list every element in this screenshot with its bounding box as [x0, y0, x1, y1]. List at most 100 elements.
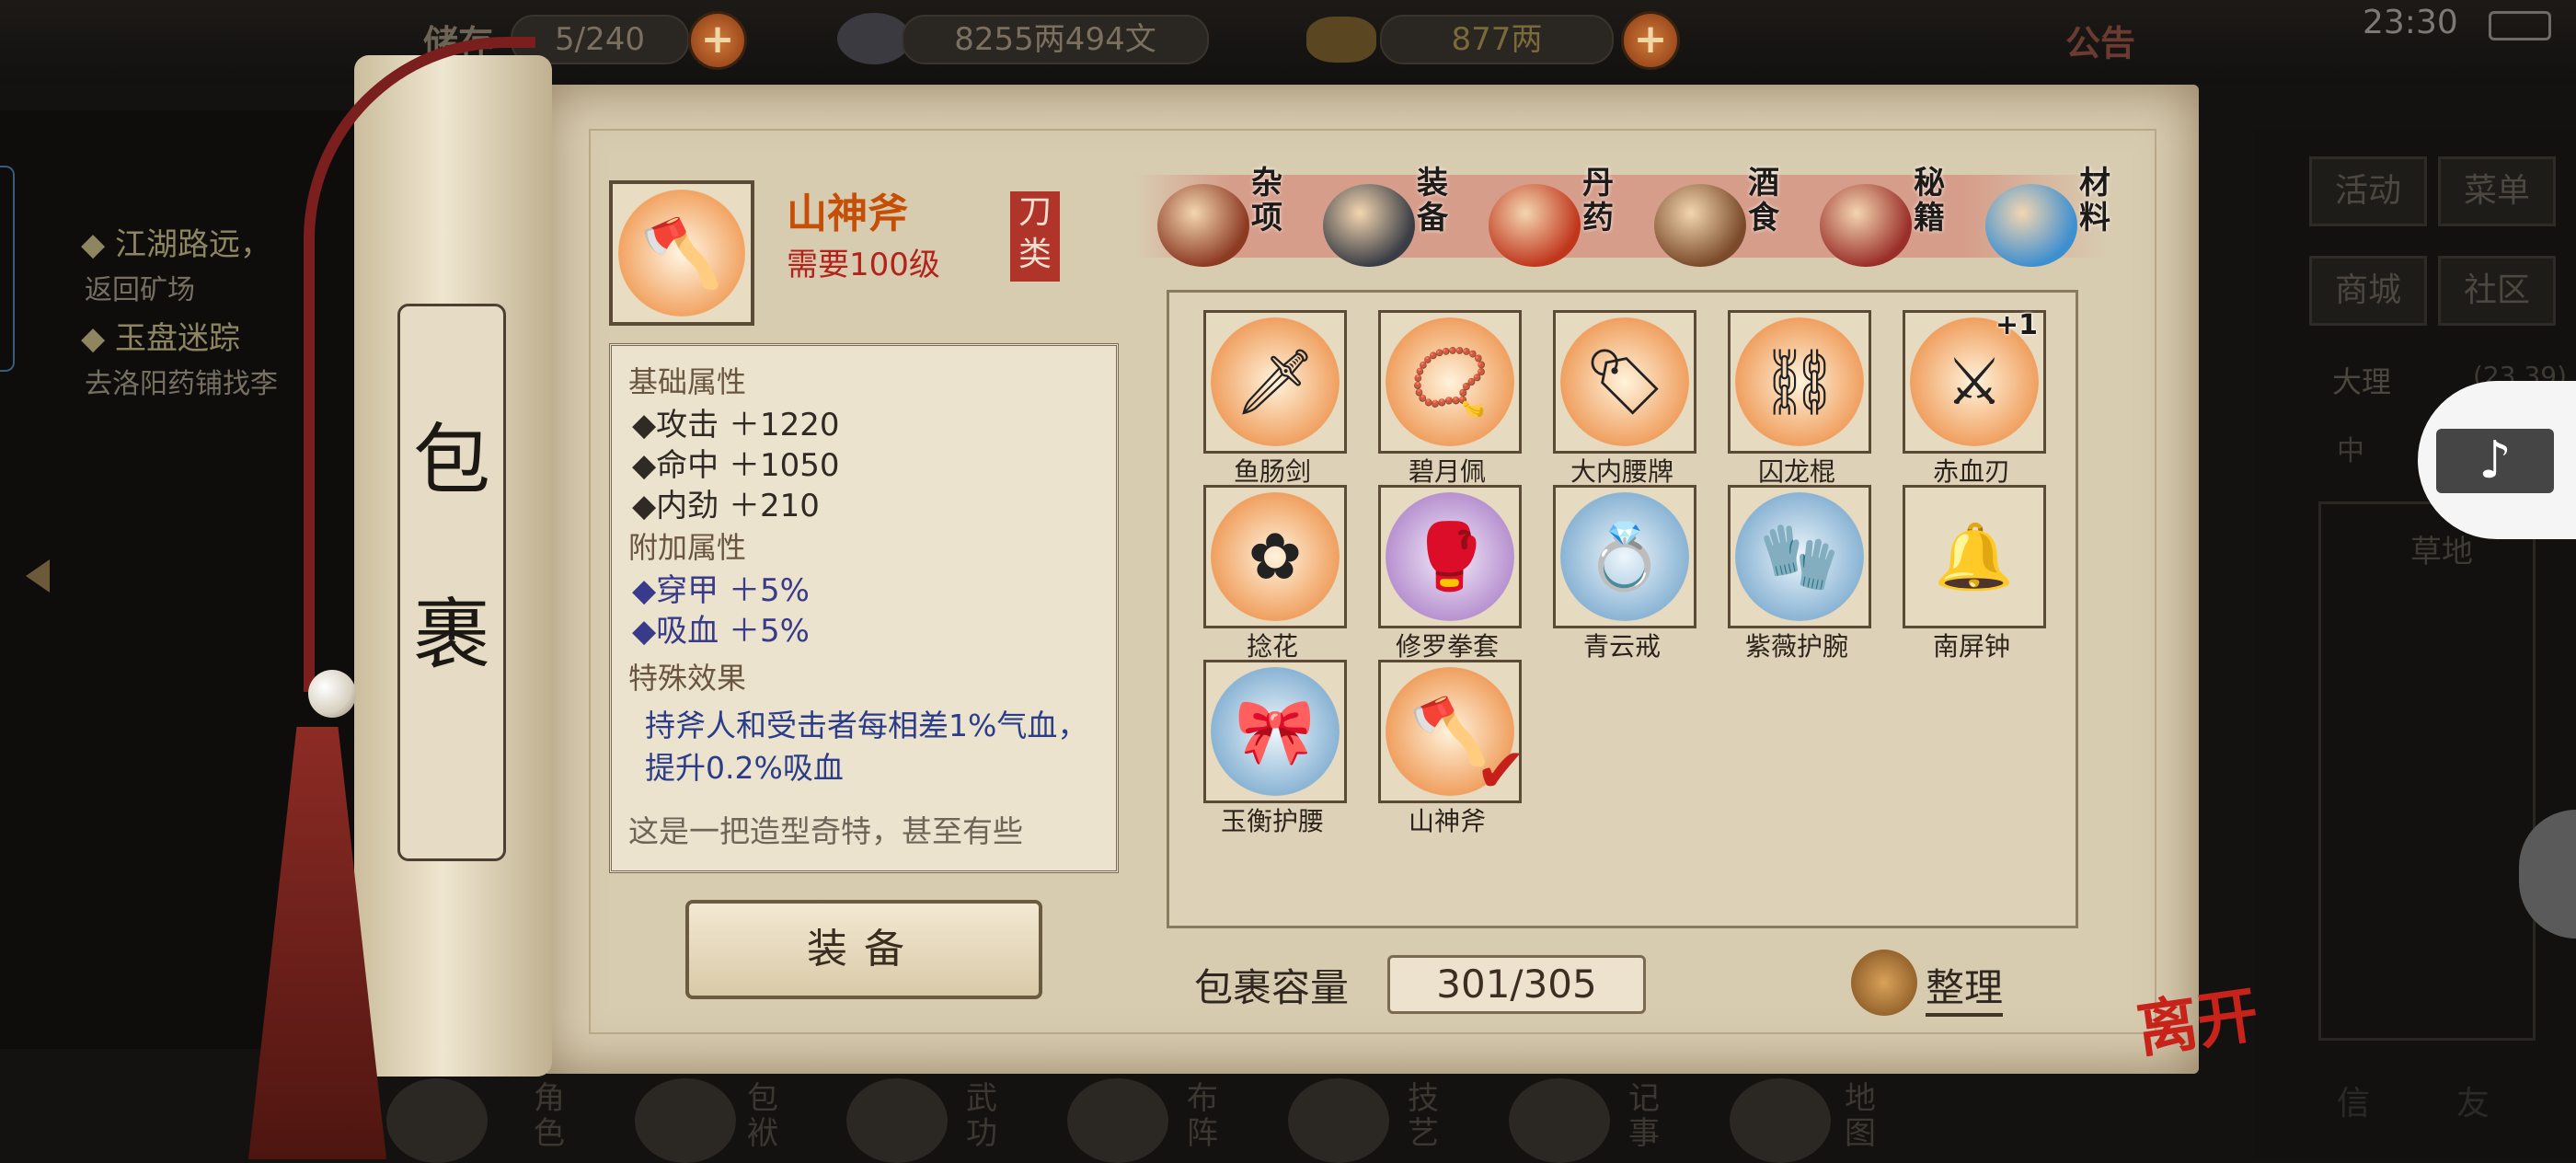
inventory-slot[interactable]: 🪓 ✔	[1378, 660, 1526, 806]
item-name: 紫薇护腕	[1744, 631, 1848, 662]
inventory-slot[interactable]: 🥊	[1378, 485, 1522, 628]
tab-pill[interactable]: 丹药	[1479, 166, 1645, 276]
skills-nav-icon	[1288, 1078, 1389, 1163]
staff-icon: ⛓	[1758, 344, 1841, 420]
battery-icon	[2489, 11, 2551, 40]
inventory-slot[interactable]: 🏷	[1553, 310, 1696, 454]
pendant-icon: 📿	[1409, 344, 1490, 420]
item-name: 山神斧	[1408, 806, 1486, 836]
tab-armor[interactable]: 装备	[1314, 166, 1479, 276]
formation-nav-icon	[1067, 1078, 1168, 1163]
stat-lifesteal: ◆吸血 ＋5%	[632, 613, 810, 650]
item-name: 大内腰牌	[1570, 456, 1673, 487]
capacity-value: 301/305	[1387, 955, 1646, 1014]
inventory-slot[interactable]: 🧤	[1728, 485, 1871, 628]
jar-icon	[1157, 184, 1249, 267]
item-name: 修罗拳套	[1395, 631, 1499, 662]
axe-icon: 🪓	[618, 190, 745, 317]
base-attributes-header: 基础属性	[628, 364, 747, 399]
stat-armor-pierce: ◆穿甲 ＋5%	[632, 572, 810, 609]
nav-formation[interactable]: 布阵	[1187, 1081, 1227, 1151]
quest-title-1[interactable]: ◆ 江湖路远，	[81, 219, 271, 264]
item-stats-box[interactable]: 基础属性 ◆攻击 ＋1220 ◆命中 ＋1050 ◆内劲 ＋210 附加属性 ◆…	[609, 343, 1119, 873]
silver-ingot-icon	[837, 13, 911, 64]
tab-jar[interactable]: 杂项	[1148, 166, 1314, 276]
clock: 23:30	[2363, 4, 2458, 41]
tab-book[interactable]: 秘籍	[1811, 166, 1976, 276]
bundle-nav-icon	[635, 1078, 736, 1163]
inventory-slot[interactable]: ⚔ +1	[1903, 309, 2046, 454]
money-bag-icon[interactable]	[1851, 950, 1917, 1016]
collapse-arrow-icon[interactable]	[26, 559, 50, 593]
silver-amount: 8255两494文	[902, 15, 1209, 64]
map-nav-icon	[1730, 1078, 1831, 1163]
shop-button[interactable]: 商城	[2309, 256, 2427, 326]
map-panel	[2318, 501, 2536, 1041]
nav-character[interactable]: 角色	[534, 1081, 574, 1151]
weapon-type-seal: 刀类	[1010, 191, 1060, 282]
inventory-slot[interactable]: 🗡	[1203, 310, 1347, 454]
channel-label: 中	[2337, 435, 2364, 467]
gold-ingot-icon	[1306, 17, 1376, 63]
activity-button[interactable]: 活动	[2309, 156, 2427, 226]
special-effect-text: 持斧人和受击者每相差1%气血，提升0.2%吸血	[645, 708, 1088, 786]
stat-accuracy: ◆命中 ＋1050	[632, 447, 840, 484]
bell-icon: 🔔	[1934, 519, 2015, 594]
add-storage-button[interactable]: +	[688, 11, 747, 70]
martial-nav-icon	[846, 1078, 948, 1163]
tiktok-icon[interactable]: ♪	[2436, 429, 2554, 493]
community-button[interactable]: 社区	[2438, 256, 2556, 326]
tab-label: 装备	[1417, 165, 1448, 236]
inventory-slot[interactable]: ⛓	[1728, 310, 1871, 454]
location-name: 大理	[2332, 364, 2392, 399]
nav-journal[interactable]: 记事	[1628, 1081, 1669, 1151]
special-effect-header: 特殊效果	[628, 661, 747, 696]
item-name: 碧月佩	[1408, 456, 1486, 487]
leave-button[interactable]: 离开	[2131, 965, 2263, 1069]
item-name: 玉衡护腰	[1220, 806, 1324, 836]
friends-button[interactable]: 友	[2456, 1077, 2490, 1124]
armor-icon	[1323, 184, 1415, 267]
tab-label: 丹药	[1582, 165, 1614, 236]
selected-item-name: 山神斧	[787, 190, 908, 237]
tab-food[interactable]: 酒食	[1645, 166, 1811, 276]
bracer-icon: 🧤	[1759, 519, 1840, 594]
inventory-slot[interactable]: 🎀	[1203, 660, 1347, 803]
quest-sub-2: 去洛阳药铺找李	[85, 368, 278, 400]
enhance-level-badge: +1	[1995, 309, 2038, 341]
sort-button[interactable]: 整理	[1926, 957, 2004, 1017]
inventory-slot[interactable]: ✿	[1203, 485, 1347, 628]
add-gold-button[interactable]: +	[1621, 11, 1680, 70]
side-drawer-handle[interactable]	[0, 166, 15, 372]
character-nav-icon	[386, 1078, 488, 1163]
quest-title-2[interactable]: ◆ 玉盘迷踪	[81, 313, 240, 358]
inventory-slot[interactable]: 📿	[1378, 310, 1522, 454]
item-name: 赤血刃	[1932, 456, 2010, 487]
tassel-cord	[304, 37, 535, 692]
tab-label: 秘籍	[1914, 165, 1945, 236]
mail-button[interactable]: 信	[2337, 1077, 2370, 1124]
tab-crystal[interactable]: 材料	[1976, 166, 2142, 276]
equip-button[interactable]: 装备	[685, 900, 1042, 999]
menu-button[interactable]: 菜单	[2438, 156, 2556, 226]
capacity-label: 包裹容量	[1194, 965, 1350, 1010]
nav-skills[interactable]: 技艺	[1408, 1081, 1448, 1151]
crystal-icon	[1985, 184, 2077, 267]
ring-icon: 💍	[1584, 519, 1665, 594]
nav-map[interactable]: 地图	[1845, 1081, 1885, 1151]
inventory-slot[interactable]: 💍	[1553, 485, 1696, 628]
item-description: 这是一把造型奇特，甚至有些	[628, 813, 1023, 849]
notice-button[interactable]: 公告	[2065, 15, 2135, 65]
journal-nav-icon	[1509, 1078, 1610, 1163]
jade-bead-icon	[308, 670, 356, 718]
token-icon: 🏷	[1583, 344, 1666, 420]
equipped-check-icon: ✔	[1475, 735, 1526, 806]
inventory-slot[interactable]: 🔔	[1903, 485, 2046, 628]
nav-martial[interactable]: 武功	[966, 1081, 1006, 1151]
tab-label: 材料	[2079, 165, 2110, 236]
book-icon	[1820, 184, 1912, 267]
tab-label: 杂项	[1251, 165, 1282, 236]
nav-bundle[interactable]: 包袱	[747, 1081, 788, 1151]
pill-icon	[1489, 184, 1581, 267]
flower-icon: ✿	[1248, 519, 1303, 594]
